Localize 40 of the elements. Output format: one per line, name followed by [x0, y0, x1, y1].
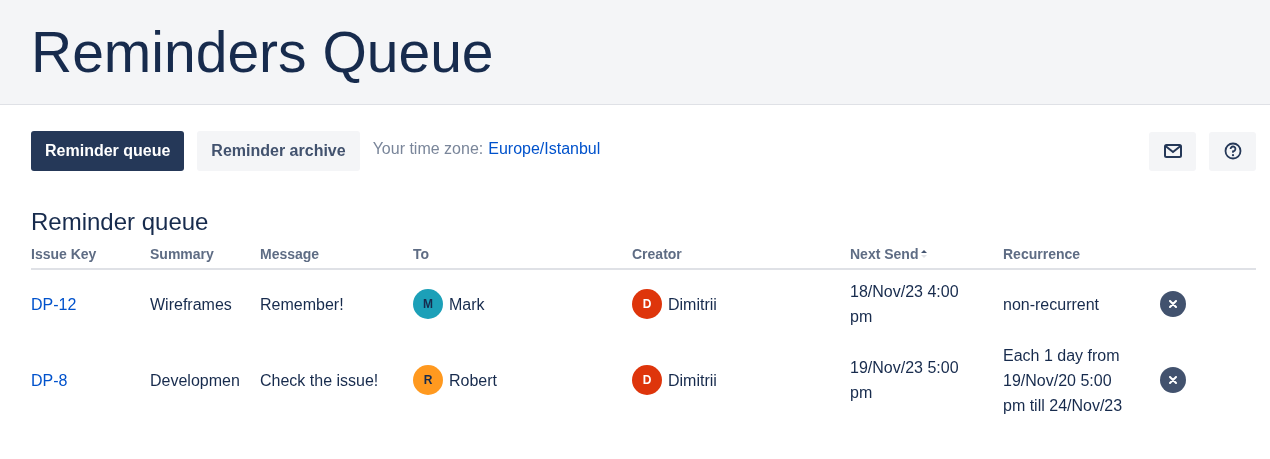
table-cell: non-recurrent — [1003, 295, 1100, 313]
table-cell: Developmen — [150, 371, 240, 389]
tab[interactable]: Reminder queue — [31, 131, 185, 171]
column-header[interactable]: Issue Key — [31, 246, 97, 262]
table-cell: Check the issue! — [260, 371, 379, 389]
user-name: Robert — [449, 370, 498, 391]
table-cell: Each 1 day from 19/Nov/20 5:00 pm till 24/Nov/23 — [1003, 346, 1123, 414]
column-header[interactable]: Recurrence — [1003, 246, 1081, 262]
tab[interactable]: Reminder archive — [197, 131, 360, 171]
table-cell: Wireframes — [150, 295, 232, 313]
page-title: Reminders Queue — [31, 19, 494, 85]
close-icon — [1169, 300, 1177, 308]
user-name: Dimitrii — [668, 370, 717, 391]
user-name: Mark — [449, 294, 485, 315]
avatar: D — [632, 289, 662, 319]
sort-icon — [921, 249, 928, 259]
issue-link[interactable]: DP-12 — [31, 295, 77, 313]
column-header[interactable]: To — [413, 246, 430, 262]
table-cell: 19/Nov/23 5:00 pm — [850, 359, 959, 401]
column-header[interactable]: Summary — [150, 246, 214, 262]
time-zone-link[interactable]: Europe/Istanbul — [488, 140, 601, 158]
help-button[interactable] — [1209, 131, 1256, 171]
table-cell: Remember! — [260, 295, 344, 313]
user-name: Dimitrii — [668, 294, 717, 315]
column-header[interactable]: Next Send — [850, 246, 928, 262]
avatar: M — [413, 289, 443, 319]
delete-button[interactable] — [1160, 291, 1186, 317]
issue-link[interactable]: DP-8 — [31, 371, 68, 389]
envelope-icon — [1163, 144, 1182, 158]
avatar: R — [413, 365, 443, 395]
help-icon — [1223, 142, 1242, 160]
table-cell: 18/Nov/23 4:00 pm — [850, 283, 959, 325]
mail-button[interactable] — [1149, 131, 1196, 171]
section-title: Reminder queue — [31, 208, 210, 236]
close-icon — [1169, 376, 1177, 384]
avatar: D — [632, 365, 662, 395]
time-zone-label: Your time zone: — [372, 140, 484, 158]
column-header[interactable]: Creator — [632, 246, 682, 262]
delete-button[interactable] — [1160, 367, 1186, 393]
column-header[interactable]: Message — [260, 246, 320, 262]
